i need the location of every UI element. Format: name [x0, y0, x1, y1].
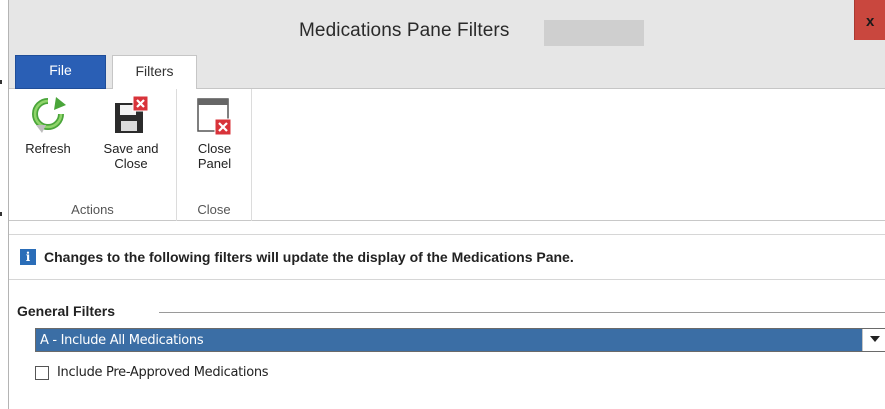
info-bar: i Changes to the following filters will … — [9, 234, 885, 280]
dialog-window: Medications Pane Filters x File Filters … — [8, 0, 885, 409]
refresh-button[interactable]: Refresh — [9, 95, 87, 156]
tab-file[interactable]: File — [15, 55, 106, 89]
left-window-edge — [0, 0, 8, 409]
medication-filter-select[interactable]: A - Include All Medications — [35, 328, 885, 352]
ribbon-tab-row: File Filters — [9, 49, 885, 90]
pre-approved-label[interactable]: Include Pre-Approved Medications — [57, 365, 269, 380]
edge-tick — [0, 212, 2, 216]
info-icon: i — [20, 249, 36, 265]
select-value: A - Include All Medications — [40, 333, 204, 348]
dropdown-arrow-button[interactable] — [862, 329, 885, 351]
info-message: Changes to the following filters will up… — [44, 249, 574, 265]
chevron-down-icon — [870, 336, 880, 342]
ribbon-group-actions: Refresh Save and Close Actions — [9, 89, 177, 221]
save-and-close-label: Save and Close — [103, 141, 159, 171]
refresh-label: Refresh — [25, 141, 71, 156]
group-label-close: Close — [197, 202, 231, 217]
save-and-close-button[interactable]: Save and Close — [87, 95, 175, 171]
window-title: Medications Pane Filters — [299, 20, 510, 41]
tab-filters[interactable]: Filters — [112, 55, 197, 90]
pre-approved-checkbox[interactable] — [35, 366, 49, 380]
section-divider — [159, 312, 885, 313]
close-panel-icon — [196, 95, 233, 137]
general-filters-title: General Filters — [17, 303, 120, 319]
close-icon: x — [866, 13, 875, 30]
edge-tick — [0, 80, 2, 84]
ribbon-group-close: Close Panel Close — [177, 89, 252, 221]
close-panel-label: Close Panel — [197, 141, 232, 171]
window-close-button[interactable]: x — [854, 0, 885, 40]
save-close-icon — [113, 95, 149, 137]
general-filters-section: General Filters A - Include All Medicati… — [9, 295, 885, 409]
title-redacted-block — [544, 20, 644, 46]
ribbon: Refresh Save and Close Actions Close Pan… — [9, 89, 885, 221]
close-panel-button[interactable]: Close Panel — [177, 95, 252, 171]
title-bar: Medications Pane Filters x — [9, 0, 885, 49]
refresh-icon — [30, 95, 66, 137]
group-label-actions: Actions — [71, 202, 114, 217]
